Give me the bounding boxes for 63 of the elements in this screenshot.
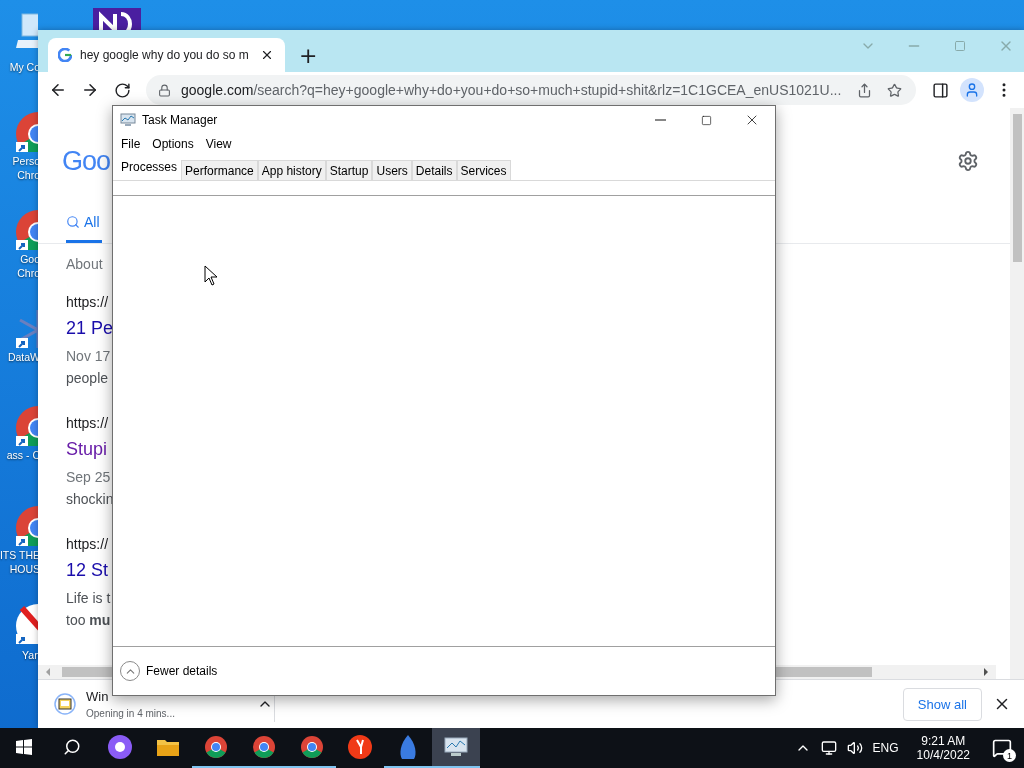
fewer-details-link[interactable]: Fewer details xyxy=(146,664,218,678)
google-logo[interactable]: Goo xyxy=(62,145,111,177)
window-title: Task Manager xyxy=(142,113,219,127)
round-app-icon xyxy=(347,734,373,760)
google-g-icon xyxy=(58,48,72,62)
settings-icon[interactable] xyxy=(956,149,980,173)
result-snippet: too mu xyxy=(66,611,112,630)
result-snippet: shockin xyxy=(66,490,115,509)
volume-icon[interactable] xyxy=(846,740,863,756)
tab[interactable]: Services xyxy=(456,160,511,180)
app-shortcut-icon[interactable] xyxy=(93,8,141,30)
folder-icon xyxy=(156,737,180,757)
tab-title: hey google why do you do so m xyxy=(80,48,250,62)
task-manager-icon xyxy=(120,113,136,127)
language-indicator[interactable]: ENG xyxy=(872,741,899,755)
url-text: google.com/search?q=hey+google+why+do+you+do+so+much+stupid+shit&rlz=1C1GCEA_enUS1021U... xyxy=(181,82,843,98)
tab[interactable]: Startup xyxy=(325,160,373,180)
result-title[interactable]: 21 Pe xyxy=(66,318,114,339)
result-url: https:// xyxy=(66,536,110,552)
search-icon xyxy=(66,215,80,229)
show-all-button[interactable]: Show all xyxy=(902,687,982,721)
menu-item[interactable]: View xyxy=(199,137,238,151)
menu-item[interactable]: Options xyxy=(146,137,200,151)
result-title[interactable]: Stupi xyxy=(66,439,108,460)
chrome-icon xyxy=(252,735,276,759)
result-title[interactable]: 12 St xyxy=(66,560,109,581)
mouse-cursor-icon xyxy=(204,265,218,286)
search-icon xyxy=(63,738,81,756)
result-url: https:// xyxy=(66,294,110,310)
results-count: About xyxy=(66,256,104,272)
task-manager-icon xyxy=(443,736,469,758)
download-status: Opening in 4 mins... xyxy=(86,708,176,719)
menu-item[interactable]: File xyxy=(115,137,147,151)
tab[interactable]: Details xyxy=(411,160,457,180)
maximize-icon xyxy=(700,114,712,126)
tab[interactable]: Users xyxy=(372,160,412,180)
browser-tab[interactable]: hey google why do you do so m xyxy=(48,38,285,72)
vertical-scrollbar[interactable] xyxy=(1010,108,1024,679)
windows-logo-icon xyxy=(16,739,32,755)
minimize-icon xyxy=(654,119,666,121)
clock-time[interactable]: 9:21 AM xyxy=(921,734,966,748)
download-file-name: Win xyxy=(86,689,110,704)
clock-date[interactable]: 10/4/2022 xyxy=(916,748,970,762)
disc-image-file-icon xyxy=(54,693,76,715)
profile-icon[interactable] xyxy=(960,78,984,102)
result-url: https:// xyxy=(66,415,110,431)
notifications-button[interactable]: 1 xyxy=(988,734,1016,762)
address-bar[interactable]: google.com/search?q=hey+google+why+do+you+do+so+much+stupid+shit&rlz=1C1GCEA_enUS1021U... xyxy=(146,75,916,105)
tab[interactable]: App history xyxy=(257,160,326,180)
lock-icon xyxy=(158,83,171,97)
notification-count: 1 xyxy=(1003,749,1016,762)
result-snippet: Sep 25 xyxy=(66,468,112,487)
result-snippet: Life is t xyxy=(66,589,112,608)
chrome-icon xyxy=(204,735,228,759)
network-icon[interactable] xyxy=(820,740,837,756)
taskbar-app-button[interactable] xyxy=(432,728,480,768)
all-tab[interactable]: All xyxy=(66,214,102,243)
chrome-icon xyxy=(300,735,324,759)
tab[interactable]: Performance xyxy=(181,160,258,180)
new-tab-button[interactable]: + xyxy=(295,44,322,68)
result-snippet: people xyxy=(66,369,110,388)
result-snippet: Nov 17 xyxy=(66,347,112,366)
assistant-icon xyxy=(107,734,133,760)
